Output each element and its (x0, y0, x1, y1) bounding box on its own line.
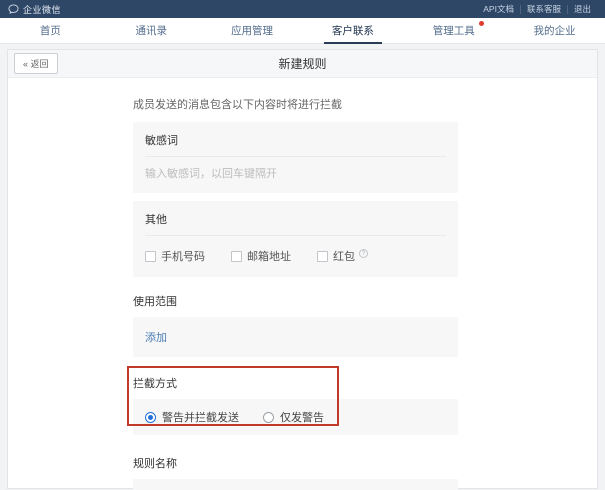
divider (145, 156, 446, 157)
checkbox-icon (231, 251, 242, 262)
radio-warn-only[interactable]: 仅发警告 (263, 409, 324, 425)
intercept-section: 拦截方式 警告并拦截发送 仅发警告 (133, 375, 458, 435)
checkbox-email-address[interactable]: 邮箱地址 (231, 248, 291, 264)
rule-name-panel (133, 479, 458, 490)
contact-support-link[interactable]: 联系客服 (521, 3, 567, 15)
intercept-panel: 警告并拦截发送 仅发警告 (133, 399, 458, 435)
checkbox-red-packet[interactable]: 红包 ? (317, 248, 368, 264)
rule-name-label: 规则名称 (133, 455, 597, 471)
checkbox-icon (317, 251, 328, 262)
scope-label: 使用范围 (133, 293, 597, 309)
form-intro-text: 成员发送的消息包含以下内容时将进行拦截 (133, 96, 597, 112)
checkbox-row: 手机号码 邮箱地址 红包 ? (145, 248, 446, 264)
scope-panel: 添加 (133, 317, 458, 357)
tab-home[interactable]: 首页 (0, 18, 101, 43)
other-panel: 其他 手机号码 邮箱地址 红包 ? (133, 201, 458, 277)
brand-logo[interactable]: 企业微信 (8, 3, 61, 16)
topbar-links: API文档 联系客服 退出 (477, 3, 597, 15)
page-title: 新建规则 (8, 55, 597, 72)
brand-name: 企业微信 (23, 3, 61, 16)
radio-unselected-icon (263, 412, 274, 423)
add-scope-link[interactable]: 添加 (145, 332, 167, 344)
content-header: « 返回 新建规则 (8, 50, 597, 78)
divider (145, 235, 446, 236)
radio-selected-icon (145, 412, 156, 423)
tab-app-management[interactable]: 应用管理 (202, 18, 303, 43)
tab-contacts[interactable]: 通讯录 (101, 18, 202, 43)
content-panel: « 返回 新建规则 成员发送的消息包含以下内容时将进行拦截 敏感词 其他 手机号… (7, 49, 598, 489)
info-icon[interactable]: ? (359, 249, 368, 258)
checkbox-phone-number[interactable]: 手机号码 (145, 248, 205, 264)
radio-warn-and-block[interactable]: 警告并拦截发送 (145, 409, 239, 425)
intercept-label: 拦截方式 (133, 375, 458, 391)
sensitive-words-label: 敏感词 (145, 132, 446, 148)
api-docs-link[interactable]: API文档 (477, 3, 520, 15)
tab-my-company[interactable]: 我的企业 (504, 18, 605, 43)
topbar: 企业微信 API文档 联系客服 退出 (0, 0, 605, 18)
main-nav: 首页 通讯录 应用管理 客户联系 管理工具 我的企业 (0, 18, 605, 44)
chat-bubble-icon (8, 4, 19, 15)
checkbox-icon (145, 251, 156, 262)
other-label: 其他 (145, 211, 446, 227)
sensitive-words-panel: 敏感词 (133, 122, 458, 193)
logout-link[interactable]: 退出 (568, 3, 597, 15)
tab-customer-contact[interactable]: 客户联系 (302, 18, 403, 43)
tab-management-tools[interactable]: 管理工具 (403, 18, 504, 43)
sensitive-words-input[interactable] (145, 168, 446, 180)
rule-form: 成员发送的消息包含以下内容时将进行拦截 敏感词 其他 手机号码 邮箱地址 (8, 78, 597, 490)
notification-dot (479, 21, 484, 26)
